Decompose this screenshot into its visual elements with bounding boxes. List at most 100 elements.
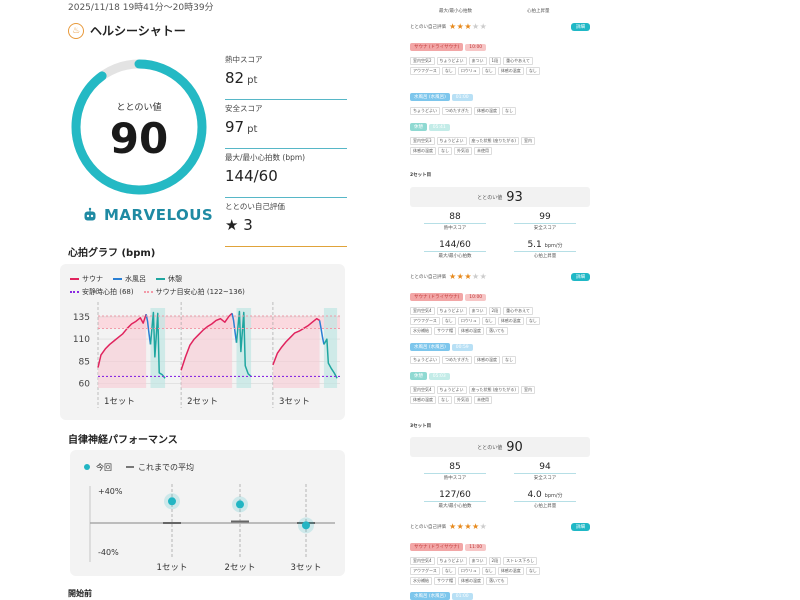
- score-list: 熱中スコア 82 pt 安全スコア 97 pt 最大/最小心拍数 (bpm) 144…: [225, 52, 347, 248]
- condition-chip: 落いても: [486, 577, 508, 585]
- score-heat: 熱中スコア 82 pt: [225, 52, 347, 100]
- condition-chip: 外気浴: [454, 396, 472, 404]
- condition-chip: アウフグース: [410, 567, 440, 575]
- condition-chip: なし: [438, 396, 452, 404]
- y-bottom-label: -40%: [98, 548, 119, 557]
- sauna-tag: サウナ (ドライサウナ): [410, 293, 464, 301]
- condition-chip: 座った状態 (座りたがる): [468, 137, 519, 145]
- condition-chip: なし: [481, 67, 496, 75]
- star-icon: ★: [471, 272, 480, 281]
- condition-chip: 室内空気4: [410, 557, 435, 565]
- star-icon: ★: [448, 22, 457, 31]
- sauna-chips: 室内空気2 ちょうどよい あつい 1段 重心やあえて: [410, 57, 590, 65]
- sauna-chips: 室内空気4 ちょうどよい あつい 2段 重心やあえて: [410, 307, 590, 315]
- set-totonoi-card: ととのい値 90: [410, 437, 590, 457]
- legend-current: 今回: [96, 462, 112, 472]
- water-time: 00:59: [451, 344, 473, 351]
- totonoi-value: 93: [506, 189, 523, 205]
- condition-chip: なし: [502, 107, 516, 115]
- condition-chip: ちょうどよい: [436, 137, 467, 145]
- condition-chip: ちょうどよい: [410, 356, 440, 364]
- detail-button[interactable]: 詳細: [571, 22, 590, 31]
- stat-rise: 5.1 bpm/分 心拍上昇量: [500, 240, 590, 259]
- star-icon: ★: [464, 522, 472, 531]
- condition-chip: 体感の温度: [458, 577, 484, 585]
- y-tick-label: 135: [73, 313, 90, 323]
- condition-chip: なし: [525, 67, 540, 75]
- heart-rate-chart: サウナ 水風呂 休憩 安静時心拍 (68) サウナ目安心拍 (122~136) …: [60, 264, 345, 420]
- rest-tag-row: 休憩 05:41: [410, 123, 450, 131]
- gauge-label: ととのい値: [116, 103, 162, 113]
- score-safety: 安全スコア 97 pt: [225, 101, 347, 149]
- set-title: 2セット目: [410, 173, 432, 178]
- self-eval-row: ととのい自己評価 ★★★★★ 詳細: [410, 22, 590, 31]
- rating-badge: MARVELOUS: [82, 206, 213, 224]
- summary-panel: 2025/11/18 19時41分〜20時39分 ♨ ヘルシーシャトー ととのい…: [60, 0, 360, 600]
- condition-chip: サウナ帽: [434, 327, 456, 335]
- condition-chip: 体感の温度: [497, 67, 524, 75]
- anp-title: 自律神経パフォーマンス: [68, 435, 178, 446]
- legend-rest: 休憩: [156, 274, 182, 284]
- stat-safety: 99 安全スコア: [500, 212, 590, 231]
- rest-tag-row: 休憩 05:03: [410, 372, 450, 380]
- legend-current-dot: [84, 464, 90, 470]
- rest-chips: 室内空気3 ちょうどよい 座った状態 (座りたがる) 室内: [410, 137, 590, 145]
- score-label: 最大/最小心拍数 (bpm): [225, 153, 306, 162]
- score-label: 熱中スコア: [225, 55, 263, 64]
- set-stats: 85 熱中スコア 94 安全スコア 127/60 最大/最小心拍数 4.0 bpm/分…: [410, 462, 590, 522]
- detail-button[interactable]: 詳細: [571, 522, 590, 531]
- stat-safety: 94 安全スコア: [500, 462, 590, 481]
- rating-text: MARVELOUS: [104, 206, 214, 224]
- eval-label: ととのい自己評価: [410, 24, 446, 30]
- condition-chip: なし: [441, 317, 456, 325]
- set-details-panel: 最大/最小心拍数 心拍上昇量 ととのい自己評価 ★★★★★ 詳細 サウナ (ドラ…: [405, 0, 590, 600]
- condition-chip: 体感の温度: [474, 356, 500, 364]
- sauna-time: 10:00: [465, 44, 487, 51]
- condition-chip: 室内空気4: [410, 386, 435, 394]
- rest-chips: 室内空気4 ちょうどよい 座った状態 (座りたがる) 室内: [410, 386, 590, 394]
- y-top-label: +40%: [98, 487, 123, 496]
- legend-target: サウナ目安心拍 (122~136): [143, 287, 245, 297]
- hr-plot: 60 85 110 135 1セット 2セット 3セット: [73, 302, 340, 408]
- rest-tag: 休憩: [410, 372, 427, 380]
- condition-chip: 体感の温度: [474, 107, 500, 115]
- condition-chip: 外気浴: [454, 147, 472, 155]
- sauna-icon: ♨: [68, 22, 84, 39]
- set-label: 3セット: [279, 397, 310, 407]
- condition-chip: 体感の温度: [410, 396, 436, 404]
- sauna-chips: アウフグース なし ロウリュ なし 体感の温度 なし: [410, 317, 590, 325]
- star-icon: ★: [448, 522, 457, 531]
- condition-chip: 重心やあえて: [503, 307, 533, 315]
- self-eval-row: ととのい自己評価 ★★★★★ 詳細: [410, 272, 590, 281]
- detail-button[interactable]: 詳細: [571, 272, 590, 281]
- water-tag-row: 水風呂 (水風呂) 01:00: [410, 93, 473, 101]
- star-icon: ★: [479, 272, 488, 281]
- water-tag-row: 水風呂 (水風呂) 01:00: [410, 592, 473, 600]
- condition-chip: アウフグース: [410, 67, 440, 75]
- condition-chip: なし: [441, 67, 456, 75]
- condition-chip: 座った状態 (座りたがる): [468, 386, 519, 394]
- condition-chip: 室内: [520, 386, 535, 394]
- eval-label: ととのい自己評価: [410, 524, 446, 530]
- condition-chip: ちょうどよい: [436, 557, 467, 565]
- condition-chip: ちょうどよい: [436, 307, 467, 315]
- sauna-chips: アウフグース なし ロウリュ なし 体感の温度 なし: [410, 67, 590, 75]
- legend-water: 水風呂: [113, 274, 146, 284]
- set-title: 3セット目: [410, 424, 432, 429]
- legend-sauna: サウナ: [70, 274, 103, 284]
- star-icon: ★: [464, 272, 472, 281]
- star-rating: ★★★★★: [449, 522, 487, 531]
- set-label: 1セット: [104, 397, 135, 407]
- robot-icon: [84, 207, 96, 221]
- water-time: 01:00: [451, 593, 473, 600]
- chart-legend: サウナ 水風呂 休憩 安静時心拍 (68) サウナ目安心拍 (122~136): [70, 274, 340, 300]
- condition-chip: あつい: [468, 57, 487, 65]
- water-tag-row: 水風呂 (水風呂) 00:59: [410, 343, 473, 351]
- stat-heat: 88 熱中スコア: [410, 212, 500, 231]
- stat-rise: 4.0 bpm/分 心拍上昇量: [500, 490, 590, 509]
- gauge-value: 90: [109, 114, 169, 163]
- condition-chip: サウナ帽: [434, 577, 456, 585]
- score-self-eval: ととのい自己評価 ★ 3: [225, 199, 347, 247]
- rest-tag: 休憩: [410, 123, 427, 131]
- water-chips: ちょうどよい つめたすぎた 体感の温度 なし: [410, 107, 590, 115]
